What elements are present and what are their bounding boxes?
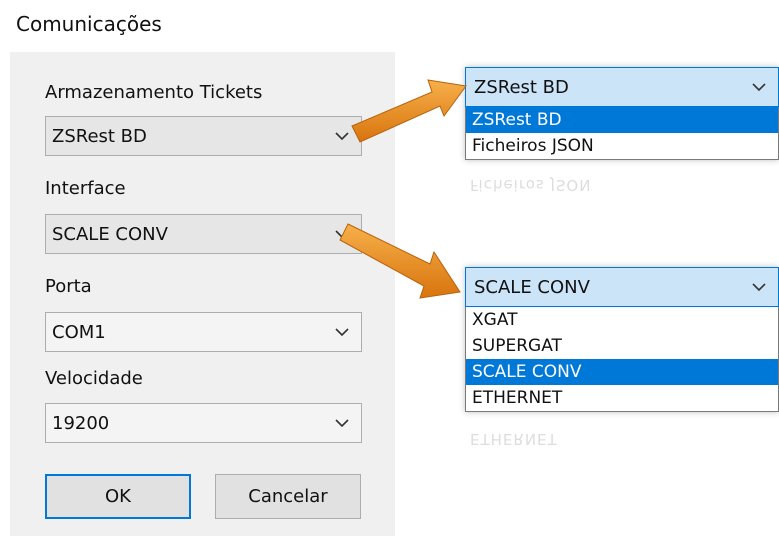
annotation-arrows — [339, 79, 467, 299]
arrow-icon — [339, 223, 461, 299]
arrow-icon — [351, 79, 467, 143]
